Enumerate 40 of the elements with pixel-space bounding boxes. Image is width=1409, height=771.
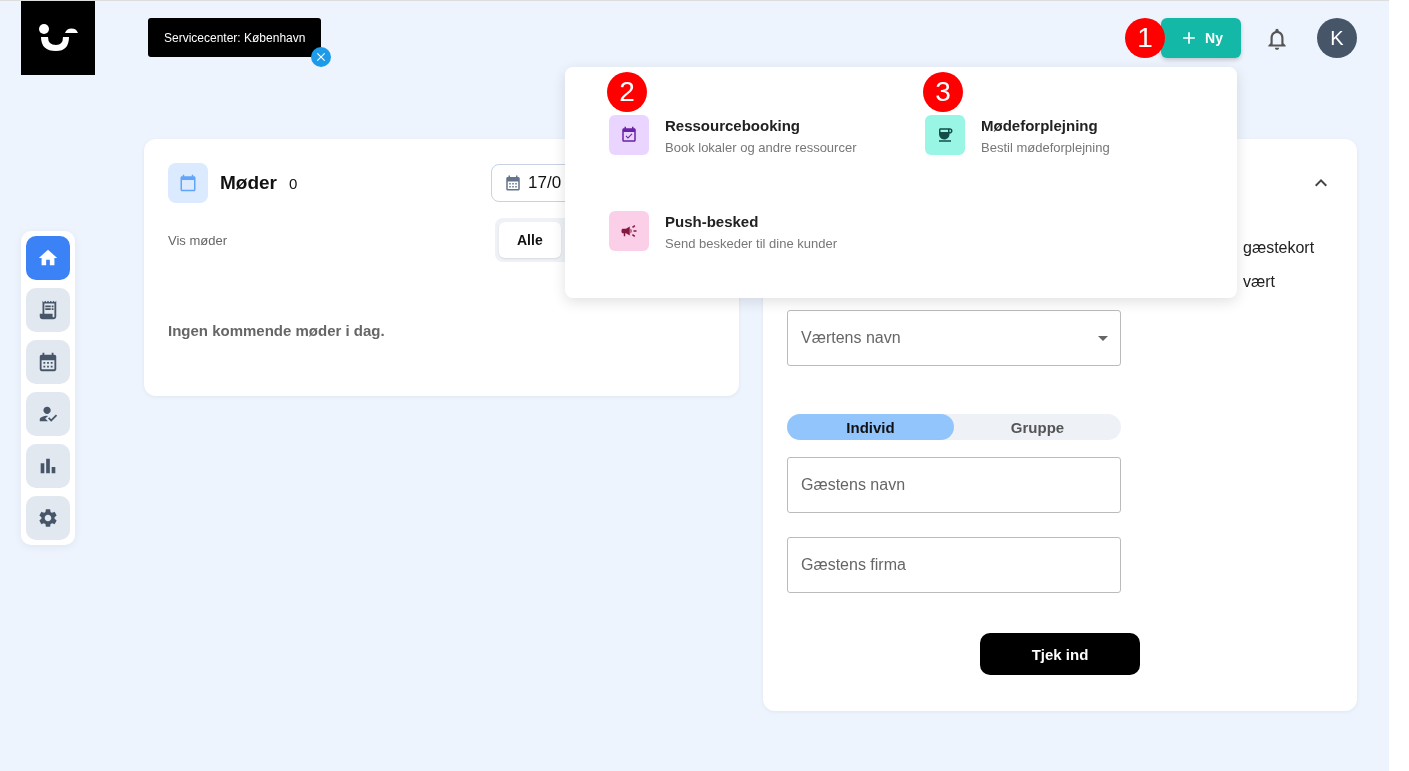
- settings-icon: [37, 507, 59, 529]
- sidebar-item[interactable]: [26, 288, 70, 332]
- menu-item-title[interactable]: Ressourcebooking: [665, 117, 857, 134]
- check-in-button[interactable]: Tjek ind: [980, 633, 1140, 675]
- calendar-icon: [37, 351, 59, 373]
- annotation-marker: 3: [923, 72, 963, 112]
- option-label: gæstekort: [1243, 239, 1316, 257]
- calendar-icon: [504, 174, 522, 192]
- filter-option[interactable]: Alle: [499, 222, 561, 258]
- sidebar-item[interactable]: [26, 392, 70, 436]
- megaphone-icon[interactable]: [609, 211, 649, 251]
- annotation-marker: 2: [607, 72, 647, 112]
- empty-message: Ingen kommende møder i dag.: [168, 322, 386, 339]
- menu-item-description: Bestil mødeforplejning: [981, 140, 1110, 155]
- coffee-cup-icon[interactable]: [925, 115, 965, 155]
- segment-tab[interactable]: Gruppe: [954, 414, 1121, 440]
- receipt-icon: [37, 299, 59, 321]
- close-icon[interactable]: [311, 47, 332, 67]
- filter-label: Vis møder: [168, 232, 227, 248]
- calendar-icon: [168, 163, 208, 203]
- menu-item-description: Book lokaler og andre ressourcer: [665, 140, 857, 155]
- avatar[interactable]: K: [1317, 18, 1357, 58]
- menu-item-description: Send beskeder til dine kunder: [665, 236, 837, 251]
- sidebar-item[interactable]: [26, 340, 70, 384]
- segment-tab[interactable]: Individ: [787, 414, 954, 440]
- input-field[interactable]: Gæstens navn: [787, 457, 1121, 513]
- sidebar-item[interactable]: [26, 444, 70, 488]
- sidebar-item[interactable]: [26, 496, 70, 540]
- dropdown-caret-icon: [1098, 335, 1108, 341]
- menu-item-title[interactable]: Push-besked: [665, 213, 837, 230]
- annotation-marker: 1: [1125, 18, 1165, 58]
- calendar-check-icon[interactable]: [609, 115, 649, 155]
- meeting-count: 0: [289, 174, 298, 192]
- input-field[interactable]: Gæstens firma: [787, 537, 1121, 593]
- host-select[interactable]: Værtens navn: [787, 310, 1121, 366]
- menu-item-title[interactable]: Mødeforplejning: [981, 117, 1110, 134]
- location-chip[interactable]: Servicecenter: København: [148, 18, 322, 57]
- card-title: Møder: [220, 172, 277, 194]
- sidebar-item[interactable]: [26, 236, 70, 280]
- option-label: vært: [1243, 273, 1276, 291]
